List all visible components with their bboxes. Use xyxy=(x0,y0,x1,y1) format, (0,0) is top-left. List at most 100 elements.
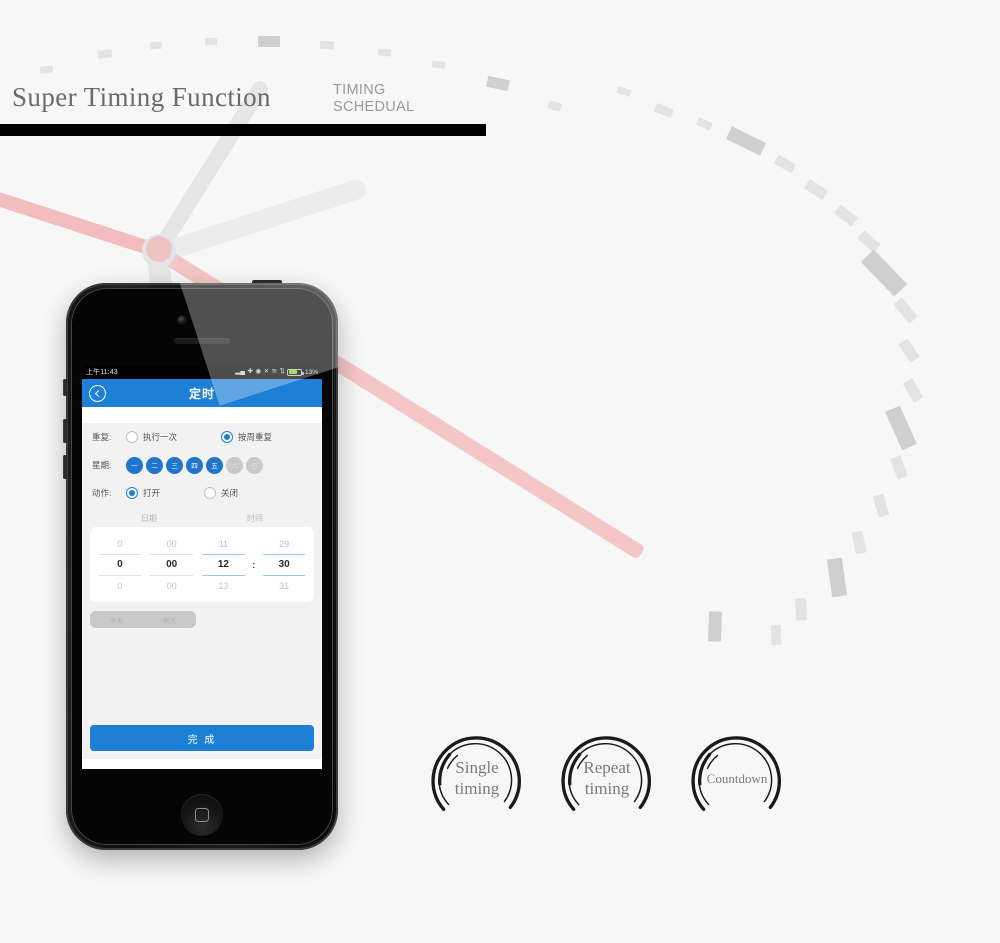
picker-divider xyxy=(98,554,142,555)
badge-line-1: Single xyxy=(455,758,499,777)
picker-cell-selected: 0 xyxy=(117,559,123,570)
clock-tick xyxy=(833,204,859,227)
badge-repeat-timing: Repeat timing xyxy=(558,729,656,827)
action-row-label: 动作: xyxy=(92,488,112,498)
clock-tick xyxy=(431,60,446,69)
clock-tick xyxy=(39,65,54,74)
clock-tick xyxy=(653,102,675,119)
wifi-icon: ≋ xyxy=(271,367,278,375)
badge-label: Single timing xyxy=(428,729,526,827)
weekday-chip-mon[interactable]: 一 xyxy=(126,456,143,474)
page-title: Super Timing Function xyxy=(12,82,271,112)
picker-divider-active xyxy=(202,575,245,577)
clock-hand-pink xyxy=(0,188,161,258)
status-bar-icons: ▂▄ ✚ ◉ ✕ ≋ ⇅ 13% xyxy=(235,367,318,376)
back-button[interactable] xyxy=(89,384,106,402)
picker-cell: 11 xyxy=(218,538,229,549)
badge-line-1: Countdown xyxy=(706,770,768,786)
clock-tick xyxy=(794,598,808,621)
home-square-icon xyxy=(195,808,209,822)
picker-divider-active xyxy=(262,554,306,556)
picker-column-minute[interactable]: 29 30 31 xyxy=(258,533,310,596)
phone-screen: 上午11:43 ▂▄ ✚ ◉ ✕ ≋ ⇅ 13% 定时 重复: 执行一次 按周重… xyxy=(82,365,322,769)
clock-tick xyxy=(803,178,829,201)
done-button[interactable]: 完 成 xyxy=(90,725,314,751)
picker-cell: 00 xyxy=(166,538,177,549)
radio-selected-icon[interactable] xyxy=(221,431,234,443)
picker-divider xyxy=(150,554,193,555)
picker-cell-selected: 00 xyxy=(166,559,178,570)
picker-column-hour[interactable]: 11 12 13 xyxy=(198,533,250,596)
signal-icon: ▂▄ xyxy=(235,367,245,375)
weekday-chip-fri[interactable]: 五 xyxy=(206,456,223,474)
volume-down-button[interactable] xyxy=(63,455,67,479)
weekday-chip-tue[interactable]: 二 xyxy=(146,456,163,474)
badge-countdown: Countdown xyxy=(688,729,786,827)
clock-tick xyxy=(486,75,510,92)
clock-tick xyxy=(725,126,767,156)
clock-tick xyxy=(826,557,848,598)
weekday-chip-sat[interactable]: 六 xyxy=(226,456,243,474)
silent-switch[interactable] xyxy=(63,379,67,396)
clock-tick xyxy=(773,154,797,174)
status-bar-time: 上午11:43 xyxy=(86,369,118,376)
radio-icon[interactable] xyxy=(204,487,217,499)
badge-label: Countdown xyxy=(688,729,786,827)
picker-divider xyxy=(98,575,142,576)
power-button[interactable] xyxy=(252,280,282,284)
status-bar: 上午11:43 ▂▄ ✚ ◉ ✕ ≋ ⇅ 13% xyxy=(82,365,322,379)
badge-single-timing: Single timing xyxy=(428,729,526,827)
week-row-label: 星期: xyxy=(92,460,112,470)
repeat-option-weekly[interactable]: 按周重复 xyxy=(221,431,272,443)
picker-cell-selected: 30 xyxy=(278,559,290,570)
picker-cell: 0 xyxy=(117,538,123,549)
clock-tick xyxy=(258,36,280,47)
front-camera-icon xyxy=(178,316,186,324)
quick-tab-tomorrow[interactable]: 明天 xyxy=(143,611,196,628)
clock-tick xyxy=(902,378,924,403)
picker-cell-selected: 12 xyxy=(217,559,229,570)
phone-mockup: 上午11:43 ▂▄ ✚ ◉ ✕ ≋ ⇅ 13% 定时 重复: 执行一次 按周重… xyxy=(63,280,338,850)
datetime-picker[interactable]: 0 0 0 00 00 00 11 12 13: 29 30 31 xyxy=(90,527,314,602)
clock-tick xyxy=(319,40,335,50)
home-button[interactable] xyxy=(181,794,223,836)
clock-tick xyxy=(872,493,890,518)
clock-hub xyxy=(146,236,172,262)
radio-selected-icon[interactable] xyxy=(126,487,138,499)
picker-cell: 00 xyxy=(166,580,177,591)
badge-line-2: timing xyxy=(584,779,630,798)
subtitle-line-1: TIMING xyxy=(333,82,386,98)
clock-tick xyxy=(885,405,917,451)
navbar-title: 定时 xyxy=(188,386,215,401)
quick-tab-today[interactable]: 今天 xyxy=(90,611,143,628)
alarm-icon: ◉ xyxy=(255,367,262,375)
weekday-chip-wed[interactable]: 三 xyxy=(166,456,183,474)
clock-tick xyxy=(696,117,713,131)
earpiece-speaker-icon xyxy=(174,338,230,344)
screen-bottom-filler xyxy=(82,759,322,769)
radio-icon[interactable] xyxy=(126,431,138,443)
action-option-on[interactable]: 打开 xyxy=(126,487,160,499)
picker-column-day[interactable]: 0 0 0 xyxy=(94,533,146,596)
badge-label: Repeat timing xyxy=(558,729,656,827)
clock-tick xyxy=(149,41,163,50)
clock-tick xyxy=(770,624,782,646)
volume-up-button[interactable] xyxy=(63,419,67,443)
picker-cell: 29 xyxy=(279,538,290,549)
weekday-chip-sun[interactable]: 日 xyxy=(246,456,263,474)
clock-tick xyxy=(851,530,867,555)
action-option-off-label: 关闭 xyxy=(221,488,239,498)
clock-tick xyxy=(707,611,723,642)
action-option-off[interactable]: 关闭 xyxy=(204,487,238,499)
header-divider-bar xyxy=(0,124,486,136)
subtitle-line-2: SCHEDUAL xyxy=(333,99,415,115)
repeat-option-once[interactable]: 执行一次 xyxy=(126,431,177,443)
weekday-chip-thu[interactable]: 四 xyxy=(186,456,203,474)
weekday-selector: 一 二 三 四 五 六 日 xyxy=(126,456,263,474)
clock-tick xyxy=(860,249,908,297)
repeat-option-once-label: 执行一次 xyxy=(143,432,178,442)
picker-column-month[interactable]: 00 00 00 xyxy=(146,533,198,596)
picker-separator-label: : xyxy=(252,559,256,570)
clock-tick xyxy=(97,49,113,59)
picker-header-time: 时间 xyxy=(247,514,263,523)
